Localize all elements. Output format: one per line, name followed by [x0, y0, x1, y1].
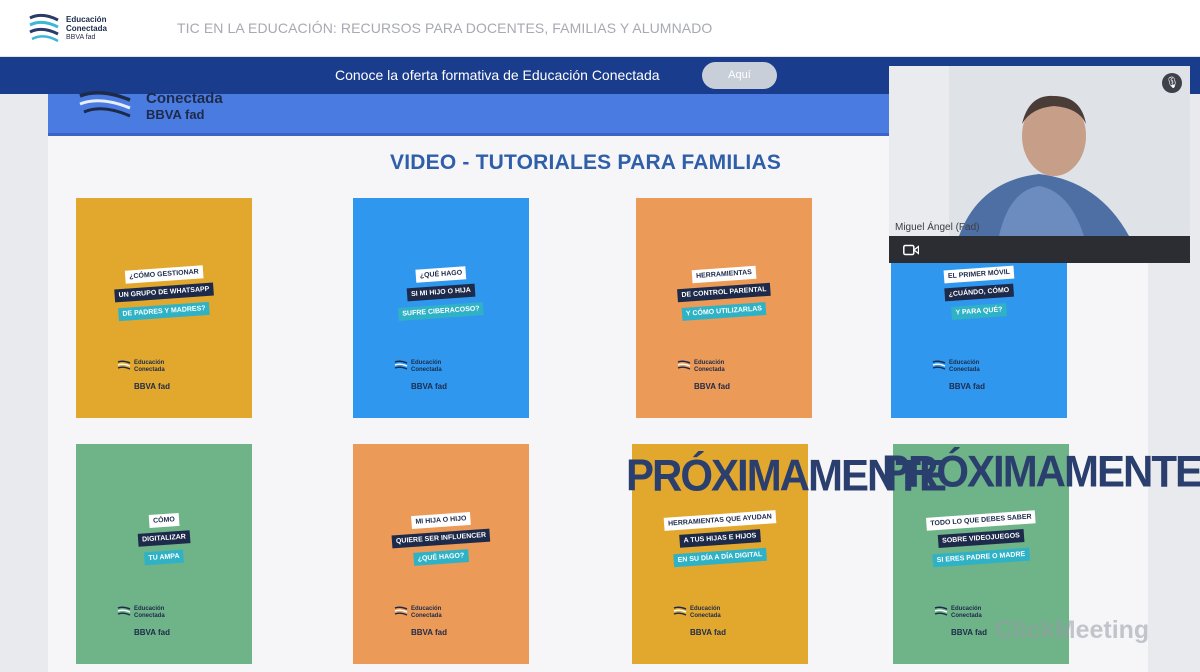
logo-line1: Educación — [66, 15, 107, 24]
card-line2: ¿Cuándo, cómo — [944, 283, 1014, 302]
participant-name: Miguel Ángel (Fad) — [895, 222, 980, 233]
slide-logo-text: Conectada BBVA fad — [146, 91, 223, 123]
card-logo-icon — [677, 360, 691, 370]
tutorial-card: Mi hija o hijo quiere ser influencer ¿Qu… — [353, 444, 529, 664]
card-brands: BBVA fad — [411, 382, 447, 391]
card-logo-text: Educación Conectada — [690, 606, 721, 619]
logo-brands: BBVA fad — [66, 34, 96, 41]
card-line2: sobre videojuegos — [937, 529, 1025, 548]
video-frame: 🎙 Miguel Ángel (Fad) — [889, 66, 1190, 236]
card-logo-text: Educación Conectada — [694, 360, 725, 373]
tutorial-card: Cómo digitalizar tu AMPA Educación Conec… — [76, 444, 252, 664]
slide-logo-line1: Conectada — [146, 90, 223, 107]
participant-video[interactable]: 🎙 Miguel Ángel (Fad) — [889, 66, 1190, 263]
card-logo-icon — [117, 360, 131, 370]
logo-waves-icon — [29, 13, 59, 43]
card-logo-icon — [394, 360, 408, 370]
slide-logo-waves-icon — [79, 91, 131, 118]
card-logo-icon — [673, 606, 687, 616]
card-line1: Todo lo que debes saber — [925, 510, 1037, 531]
card-logo-icon — [117, 606, 131, 616]
proximamente-label: PRÓXIMAMENTE — [882, 446, 1200, 497]
card-logo-text: Educación Conectada — [411, 360, 442, 373]
card-line3: tu AMPA — [144, 549, 184, 566]
card-line1: ¿Qué hago — [415, 266, 467, 283]
participant-image — [889, 66, 1190, 236]
card-logo-icon — [394, 606, 408, 616]
tutorial-card: Herramientas de control parental y cómo … — [636, 198, 812, 418]
card-line3: y para qué? — [951, 303, 1007, 320]
card-line1: Mi hija o hijo — [411, 511, 471, 530]
card-brands: BBVA fad — [411, 628, 447, 637]
microphone-icon[interactable]: 🎙 — [1162, 73, 1182, 93]
slide-logo-brands: BBVA fad — [146, 107, 205, 122]
card-line1: El primer móvil — [943, 265, 1015, 284]
card-line2: quiere ser influencer — [391, 528, 491, 549]
card-brands: BBVA fad — [951, 628, 987, 637]
card-line3: si eres padre o madre — [932, 547, 1030, 568]
slide-header: Conectada BBVA fad — [48, 91, 890, 136]
card-brands: BBVA fad — [690, 628, 726, 637]
card-logo-text: Educación Conectada — [411, 606, 442, 619]
card-logo-text: Educación Conectada — [134, 360, 165, 373]
card-line2: un grupo de WhatsApp — [114, 282, 214, 303]
card-brands: BBVA fad — [134, 382, 170, 391]
window-title: TIC EN LA EDUCACIÓN: RECURSOS PARA DOCEN… — [177, 20, 713, 36]
card-line1: ¿Cómo gestionar — [124, 265, 204, 284]
tutorial-card: ¿Qué hago si mi hijo o hija sufre cibera… — [353, 198, 529, 418]
logo-line2: Conectada — [66, 24, 107, 33]
aqui-button[interactable]: Aquí — [702, 62, 777, 89]
card-line3: sufre ciberacoso? — [397, 302, 485, 321]
card-line3: de padres y madres? — [118, 301, 210, 322]
card-line2: si mi hijo o hija — [406, 283, 476, 302]
card-line3: y cómo utilizarlas — [681, 302, 767, 321]
slide-title: VIDEO - TUTORIALES PARA FAMILIAS — [390, 151, 782, 174]
top-bar: Educación Conectada BBVA fad TIC EN LA E… — [0, 0, 1200, 57]
card-brands: BBVA fad — [949, 382, 985, 391]
card-line2: a tus hijas e hijos — [679, 529, 761, 548]
logo-text: Educación Conectada BBVA fad — [66, 15, 107, 42]
educacion-conectada-logo[interactable]: Educación Conectada BBVA fad — [28, 12, 118, 48]
camera-icon[interactable] — [903, 244, 919, 256]
card-logo-text: Educación Conectada — [134, 606, 165, 619]
card-logo-icon — [932, 360, 946, 370]
card-line1: Herramientas que ayudan — [663, 510, 777, 531]
card-logo-text: Educación Conectada — [949, 360, 980, 373]
tutorial-card: ¿Cómo gestionar un grupo de WhatsApp de … — [76, 198, 252, 418]
card-line1: Cómo — [148, 512, 180, 529]
card-brands: BBVA fad — [134, 628, 170, 637]
card-line1: Herramientas — [691, 265, 757, 284]
card-logo-icon — [934, 606, 948, 616]
promo-banner-text: Conoce la oferta formativa de Educación … — [335, 67, 660, 83]
clickmeeting-watermark: ClickMeeting — [995, 616, 1150, 644]
card-line3: ¿Qué hago? — [413, 549, 469, 566]
card-line2: digitalizar — [137, 530, 191, 547]
card-line3: en su día a día digital — [673, 547, 767, 568]
card-brands: BBVA fad — [694, 382, 730, 391]
card-line2: de control parental — [677, 282, 771, 303]
